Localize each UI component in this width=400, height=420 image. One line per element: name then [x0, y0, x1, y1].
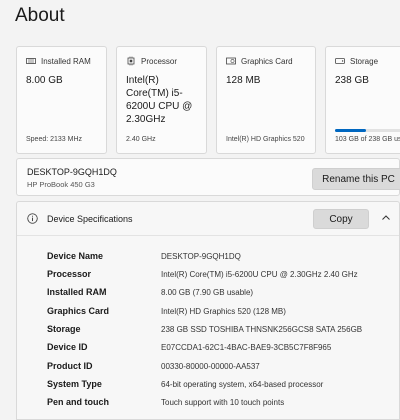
- card-footnote: 2.40 GHz: [126, 136, 156, 143]
- spec-value: Intel(R) Core(TM) i5-6200U CPU @ 2.30GHz…: [161, 270, 358, 279]
- spec-key: System Type: [47, 379, 102, 389]
- spec-key: Device Name: [47, 251, 104, 261]
- card-installed-ram: Installed RAM 8.00 GB Speed: 2133 MHz: [16, 46, 107, 154]
- spec-value: E07CCDA1-62C1-4BAC-BAE9-3CB5C7F8F965: [161, 343, 332, 352]
- storage-usage-bar: [335, 129, 400, 132]
- card-footnote: Intel(R) HD Graphics 520: [226, 136, 305, 143]
- rename-pc-button[interactable]: Rename this PC: [312, 168, 400, 190]
- spec-key: Pen and touch: [47, 397, 110, 407]
- device-specifications-header[interactable]: Device Specifications Copy: [17, 202, 399, 236]
- device-specifications-title: Device Specifications: [47, 214, 133, 224]
- spec-value: 238 GB SSD TOSHIBA THNSNK256GCS8 SATA 25…: [161, 325, 363, 334]
- spec-key: Device ID: [47, 342, 88, 352]
- memory-icon: [26, 58, 36, 64]
- spec-value: DESKTOP-9GQH1DQ: [161, 252, 241, 261]
- graphics-card-icon: [226, 57, 236, 65]
- card-processor: Processor Intel(R) Core(TM) i5-6200U CPU…: [116, 46, 207, 154]
- device-name: DESKTOP-9GQH1DQ: [27, 167, 117, 177]
- card-label: Installed RAM: [41, 56, 91, 66]
- spec-value: 8.00 GB (7.90 GB usable): [161, 288, 254, 297]
- summary-cards: Installed RAM 8.00 GB Speed: 2133 MHz Pr…: [16, 46, 400, 154]
- spec-value: Touch support with 10 touch points: [161, 398, 285, 407]
- card-footnote: Speed: 2133 MHz: [26, 136, 83, 143]
- spec-value: 00330-80000-00000-AA537: [161, 362, 260, 371]
- card-label: Processor: [141, 56, 178, 66]
- device-specifications-panel: Device Specifications Copy Device Name DE…: [16, 201, 400, 420]
- spec-key: Storage: [47, 324, 81, 334]
- storage-icon: [335, 58, 345, 64]
- spec-value: Intel(R) HD Graphics 520 (128 MB): [161, 307, 286, 316]
- spec-value: 64-bit operating system, x64-based proce…: [161, 380, 324, 389]
- spec-key: Processor: [47, 269, 92, 279]
- card-value: 128 MB: [226, 75, 261, 86]
- spec-key: Installed RAM: [47, 287, 107, 297]
- card-value: 8.00 GB: [26, 75, 63, 86]
- spec-key: Graphics Card: [47, 306, 110, 316]
- card-label: Storage: [350, 56, 379, 66]
- storage-usage-fill: [335, 129, 366, 132]
- page-title: About: [15, 5, 65, 26]
- chevron-up-icon[interactable]: [381, 213, 391, 223]
- card-value: 238 GB: [335, 75, 369, 86]
- spec-key: Product ID: [47, 361, 93, 371]
- card-graphics-card: Graphics Card 128 MB Intel(R) HD Graphic…: [216, 46, 316, 154]
- card-value: Intel(R) Core(TM) i5-6200U CPU @ 2.30GHz: [126, 75, 193, 125]
- card-label: Graphics Card: [241, 56, 293, 66]
- device-name-panel: DESKTOP-9GQH1DQ HP ProBook 450 G3 Rename…: [16, 158, 400, 196]
- card-storage: Storage 238 GB 103 GB of 238 GB used: [325, 46, 400, 154]
- card-footnote: 103 GB of 238 GB used: [335, 136, 400, 143]
- info-icon: [27, 213, 38, 224]
- copy-button[interactable]: Copy: [313, 209, 369, 229]
- processor-icon: [127, 56, 135, 66]
- device-model: HP ProBook 450 G3: [27, 180, 95, 189]
